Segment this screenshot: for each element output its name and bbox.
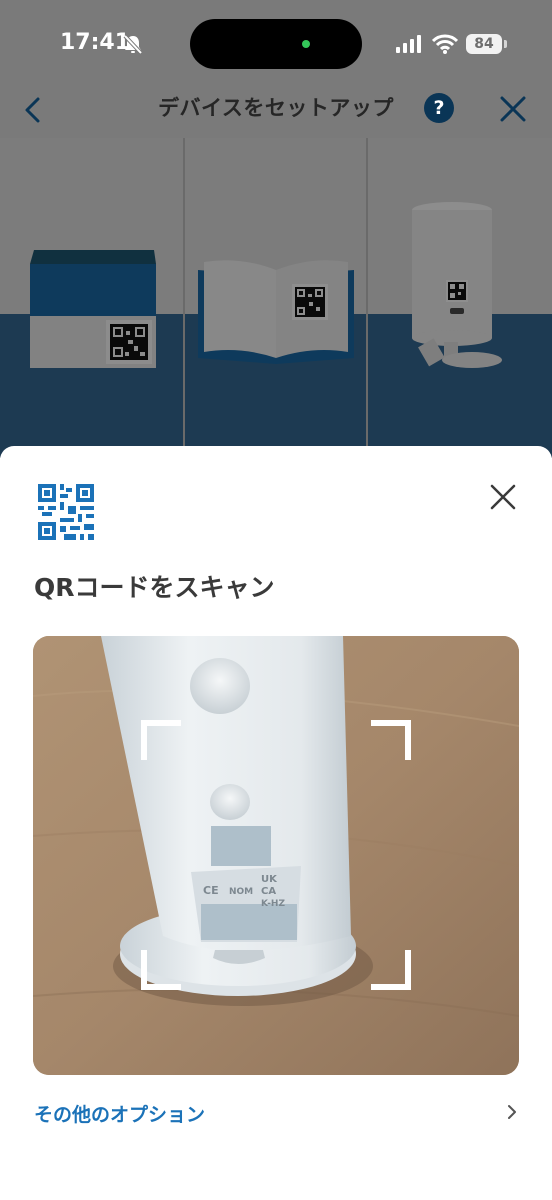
dynamic-island <box>190 19 362 69</box>
svg-text:UK: UK <box>261 874 278 885</box>
battery-tip <box>504 40 507 48</box>
other-options-link[interactable]: その他のオプション <box>34 1100 205 1127</box>
scan-frame-corner <box>141 950 181 990</box>
scan-frame-corner <box>371 720 411 760</box>
page-title: デバイスをセットアップ <box>158 96 394 120</box>
help-icon[interactable]: ? <box>424 93 454 123</box>
manual-book-illustration <box>198 260 354 364</box>
camera-indicator-dot <box>302 40 310 48</box>
nav-bar: デバイスをセットアップ ? <box>0 84 552 138</box>
product-box-illustration <box>30 250 156 368</box>
camera-feed: CE NOM UK CA K-HZ <box>33 636 519 1075</box>
setup-illustration <box>0 138 552 458</box>
svg-text:CE: CE <box>203 884 219 897</box>
scan-qr-sheet: QRコードをスキャン CE NOM UK CA K-HZ その他のオプション <box>0 446 552 1200</box>
camera-viewfinder[interactable]: CE NOM UK CA K-HZ <box>33 636 519 1075</box>
scan-frame-corner <box>141 720 181 760</box>
close-icon[interactable] <box>496 92 530 126</box>
status-bar: 17:41 84 <box>0 0 552 84</box>
svg-text:NOM: NOM <box>229 887 253 897</box>
qr-code-icon <box>38 484 94 540</box>
status-time: 17:41 <box>60 30 131 55</box>
chevron-right-icon[interactable] <box>506 1104 518 1120</box>
wifi-icon <box>432 34 458 54</box>
scan-frame-corner <box>371 950 411 990</box>
battery-icon: 84 <box>466 34 502 54</box>
camera-device-illustration <box>412 202 502 368</box>
bell-slash-icon <box>123 34 143 55</box>
svg-text:K-HZ: K-HZ <box>261 899 285 909</box>
signal-icon <box>396 35 421 53</box>
illustration-divider <box>366 138 368 458</box>
close-icon[interactable] <box>486 480 520 514</box>
illustration-divider <box>183 138 185 458</box>
sheet-title: QRコードをスキャン <box>34 573 275 602</box>
svg-text:CA: CA <box>261 886 276 897</box>
